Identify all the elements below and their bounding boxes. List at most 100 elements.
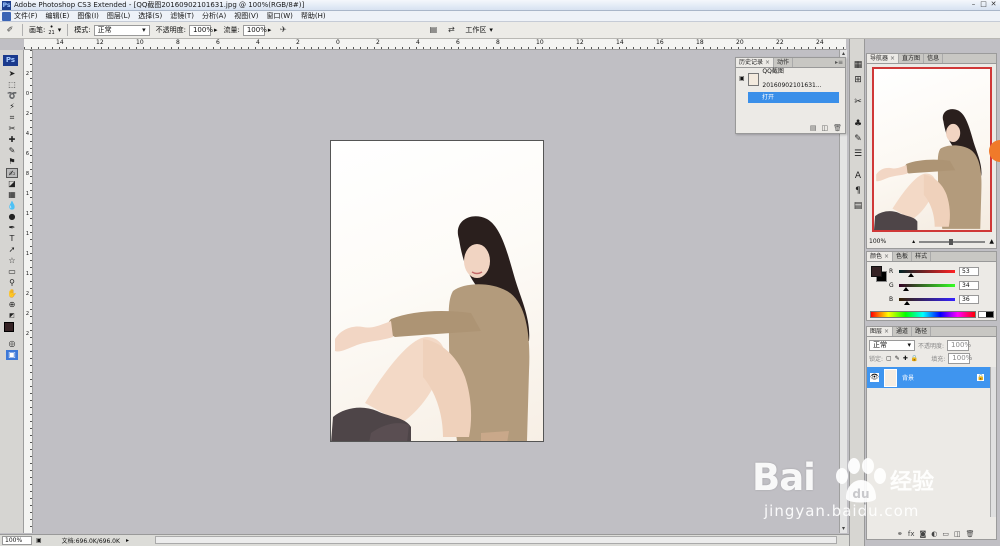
layer-opacity-input[interactable]: 100% (947, 340, 971, 351)
blend-mode-select[interactable]: 正常 ▾ (869, 340, 915, 351)
mode-select[interactable]: 正常 ▾ (93, 24, 150, 36)
tab-layers[interactable]: 图层 × (867, 327, 894, 336)
eraser-tool-icon[interactable]: ◪ (6, 179, 18, 189)
status-zoom[interactable]: 100% (2, 536, 32, 545)
link-layers-icon[interactable]: ⚭ (897, 530, 903, 538)
channel-slider[interactable] (899, 283, 955, 291)
menu-item[interactable]: 编辑(E) (46, 11, 70, 22)
history-brush-source-icon[interactable]: ▣ (739, 72, 745, 86)
tab-histogram[interactable]: 直方图 (899, 54, 925, 63)
marquee-tool-icon[interactable]: ⬚ (6, 80, 18, 90)
path-selection-tool-icon[interactable]: ➚ (6, 245, 18, 255)
healing-brush-tool-icon[interactable]: ✚ (6, 135, 18, 145)
workspace-menu[interactable]: 工作区 ▾ (465, 25, 493, 35)
chevron-down-icon[interactable]: ▾ (58, 26, 62, 34)
history-icon[interactable]: ⊞ (852, 74, 864, 86)
menu-item[interactable]: 窗口(W) (266, 11, 292, 22)
navigator-zoom-value[interactable]: 100% (869, 238, 886, 245)
new-snapshot-icon[interactable]: ◫ (821, 124, 828, 132)
lock-all-icon[interactable]: 🔒 (911, 355, 918, 362)
opacity-slider-arrow-icon[interactable]: ▸ (214, 26, 218, 34)
lock-pixels-icon[interactable]: ✎ (895, 355, 900, 362)
tab-styles[interactable]: 样式 (912, 252, 932, 261)
visibility-eye-icon[interactable]: 👁 (870, 373, 879, 382)
character-icon[interactable]: A (852, 170, 864, 182)
delete-icon[interactable]: 🗑 (833, 124, 842, 132)
tab-paths[interactable]: 路径 (912, 327, 932, 336)
magic-wand-tool-icon[interactable]: ⚡ (6, 102, 18, 112)
lock-position-icon[interactable]: ✚ (903, 355, 908, 362)
new-document-from-state-icon[interactable]: ▤ (810, 124, 817, 132)
fill-input[interactable]: 100% (948, 353, 972, 364)
clone-stamp-tool-icon[interactable]: ⚑ (6, 157, 18, 167)
crop-tool-icon[interactable]: ⌗ (6, 113, 18, 123)
menu-item[interactable]: 帮助(H) (301, 11, 326, 22)
info-icon[interactable]: ▤ (852, 200, 864, 212)
brush-size-picker[interactable]: • 21 (48, 24, 54, 37)
slider-knob[interactable] (907, 272, 914, 277)
zoom-in-icon[interactable]: ▲ (989, 238, 994, 245)
brushes-icon[interactable]: ✂ (852, 96, 864, 108)
flow-slider-arrow-icon[interactable]: ▸ (268, 26, 272, 34)
history-step-open[interactable]: 打开 (748, 92, 839, 103)
slider-knob[interactable] (903, 300, 910, 305)
channel-value-input[interactable]: 36 (959, 294, 979, 304)
color-spectrum-bar[interactable] (870, 311, 976, 318)
default-colors-icon[interactable]: ◩ (6, 311, 18, 321)
type-tool-icon[interactable]: T (6, 234, 18, 244)
history-snapshot[interactable]: ▣ QQ截图20160902101631... (739, 68, 840, 89)
pen-tool-icon[interactable]: ✒ (6, 223, 18, 233)
new-layer-icon[interactable]: ◫ (954, 530, 961, 538)
adjustment-layer-icon[interactable]: ◐ (931, 530, 937, 538)
menu-item[interactable]: 选择(S) (138, 11, 162, 22)
layer-mask-icon[interactable]: ◙ (919, 530, 926, 538)
status-info-icon[interactable]: ▣ (36, 537, 42, 544)
zoom-out-icon[interactable]: ▴ (912, 238, 915, 245)
tool-presets-icon[interactable]: ♣ (852, 118, 864, 130)
layer-styles-icon[interactable]: ☰ (852, 148, 864, 160)
palette-toggle-icon[interactable]: ▤ (427, 24, 439, 36)
menu-item[interactable]: 图层(L) (107, 11, 130, 22)
slice-tool-icon[interactable]: ✂ (6, 124, 18, 134)
maximize-icon[interactable]: □ (979, 0, 988, 9)
close-icon[interactable]: × (884, 328, 889, 335)
document-icon[interactable] (2, 12, 11, 21)
lasso-tool-icon[interactable]: ➰ (6, 91, 18, 101)
slider-knob[interactable] (948, 238, 953, 245)
menu-item[interactable]: 视图(V) (234, 11, 258, 22)
channel-value-input[interactable]: 34 (959, 280, 979, 290)
notes-tool-icon[interactable]: ▭ (6, 267, 18, 277)
airbrush-icon[interactable]: ✈ (277, 24, 289, 36)
photoshop-logo[interactable]: Ps (3, 55, 18, 66)
layer-style-icon[interactable]: fx (908, 530, 915, 538)
close-icon[interactable]: ✕ (989, 0, 998, 9)
hand-tool-icon[interactable]: ✋ (6, 289, 18, 299)
color-swatches[interactable] (4, 322, 20, 338)
menu-item[interactable]: 分析(A) (202, 11, 226, 22)
horizontal-scrollbar[interactable] (155, 536, 837, 544)
zoom-tool-icon[interactable]: ⊕ (6, 300, 18, 310)
shape-tool-icon[interactable]: ☆ (6, 256, 18, 266)
channel-value-input[interactable]: 53 (959, 266, 979, 276)
navigator-zoom-slider[interactable] (919, 238, 986, 245)
tab-color[interactable]: 颜色 × (867, 252, 894, 261)
document-image[interactable] (330, 140, 544, 442)
minimize-icon[interactable]: – (969, 0, 978, 9)
tab-navigator[interactable]: 导航器 × (867, 54, 900, 63)
channel-slider[interactable] (899, 297, 955, 305)
paragraph-icon[interactable]: ¶ (852, 185, 864, 197)
layer-row-background[interactable]: 👁 背景 🔒 (867, 367, 990, 388)
channel-slider[interactable] (899, 269, 955, 277)
history-brush-tool-icon[interactable]: ✍ (6, 168, 18, 178)
foreground-color-swatch[interactable] (4, 322, 14, 332)
black-white-ramp[interactable] (978, 311, 994, 318)
menu-item[interactable]: 文件(F) (14, 11, 38, 22)
lock-transparency-icon[interactable]: ▢ (886, 355, 892, 362)
quick-mask-icon[interactable]: ◎ (6, 339, 18, 349)
gradient-tool-icon[interactable]: ▦ (6, 190, 18, 200)
new-group-icon[interactable]: ▭ (942, 530, 949, 538)
clone-source-icon[interactable]: ✎ (852, 133, 864, 145)
screen-mode-icon[interactable]: ▣ (6, 350, 18, 360)
dodge-tool-icon[interactable]: ● (6, 212, 18, 222)
status-menu-arrow-icon[interactable]: ▸ (126, 537, 129, 544)
